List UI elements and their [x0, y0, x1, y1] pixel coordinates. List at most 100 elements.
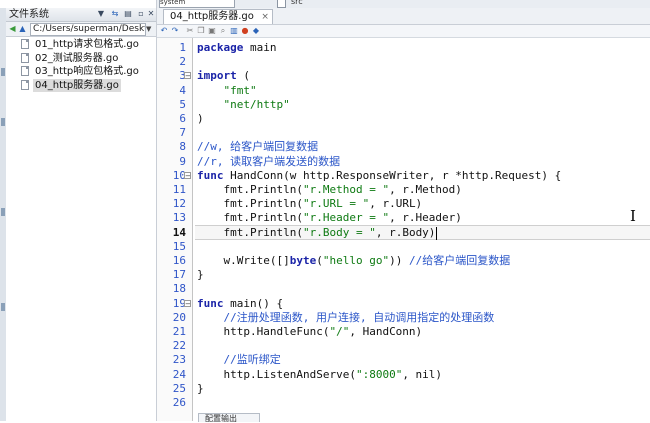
panel-title: 文件系统	[9, 9, 49, 20]
path-input[interactable]: C:/Users/superman/Deskt	[30, 23, 146, 36]
code-line: fmt.Println("r.Method = ", r.Method)	[197, 183, 462, 197]
go-file-icon	[21, 66, 29, 76]
code-token: "r.Body = "	[302, 225, 376, 239]
file-item[interactable]: 03_http响应包格式.go	[8, 65, 154, 78]
line-number: 3	[179, 69, 186, 83]
line-number: 11	[172, 183, 186, 196]
line-number: 12	[172, 197, 186, 211]
code-token: "net/http"	[223, 97, 290, 111]
tab-close-icon[interactable]: ×	[261, 10, 269, 24]
line-number: 18	[172, 282, 186, 296]
editor-tab-bar: 04_http服务器.go ×	[157, 8, 650, 25]
code-token: , r.Method)	[389, 183, 462, 196]
code-line: fmt.Println("r.URL = ", r.URL)	[197, 197, 422, 211]
dock-marker	[1, 68, 5, 76]
code-token: w.Write([]	[197, 254, 290, 267]
format-icon[interactable]: ▥	[229, 26, 239, 36]
src-checkbox[interactable]	[277, 0, 286, 8]
dock-marker	[1, 118, 5, 126]
code-line: //w, 给客户端回复数据	[197, 140, 318, 154]
copy-icon[interactable]: ❐	[196, 26, 206, 36]
line-number: 1	[179, 41, 186, 54]
code-line: "fmt"	[197, 84, 257, 98]
file-name: 04_http服务器.go	[33, 78, 121, 92]
fold-toggle-icon[interactable]: −	[184, 299, 191, 307]
sync-icon[interactable]: ⇆	[110, 9, 120, 19]
close-icon[interactable]: ✕	[146, 9, 156, 19]
restore-icon[interactable]: ▫	[136, 9, 146, 19]
redo-icon[interactable]: ↷	[170, 26, 180, 36]
file-name: 01_http请求包格式.go	[35, 39, 139, 50]
back-arrow-icon[interactable]: ◀	[8, 23, 17, 34]
undo-icon[interactable]: ↶	[159, 26, 169, 36]
code-line: //注册处理函数, 用户连接, 自动调用指定的处理函数	[197, 311, 495, 325]
code-token: (	[236, 69, 250, 83]
dropdown-arrow-icon[interactable]: ▼	[96, 9, 106, 19]
view-icon[interactable]: ▤	[123, 9, 133, 19]
code-token: fmt.Println(	[197, 211, 303, 225]
line-number: 20	[172, 310, 186, 324]
paste-icon[interactable]: ▣	[207, 26, 217, 36]
find-icon[interactable]: ⌕	[218, 26, 228, 36]
code-token: http.ListenAndServe(	[197, 367, 356, 381]
path-dropdown-icon[interactable]: ▼	[146, 24, 154, 34]
code-token: ))	[389, 254, 409, 267]
file-name: 03_http响应包格式.go	[35, 66, 139, 77]
line-number: 15	[172, 239, 186, 253]
go-file-icon	[21, 39, 29, 49]
dock-marker	[1, 303, 5, 311]
code-token: main() {	[223, 296, 284, 310]
line-number-gutter[interactable]: 1 2 3 4 5 6 7 8 9 10 11 12 13 14 15 16 17 18 19 20 21 22 23 24 2…	[157, 38, 193, 421]
code-token: "/"	[329, 325, 350, 338]
code-editor[interactable]: package main import ( "fmt" "net/http") //…	[193, 38, 650, 421]
fold-toggle-icon[interactable]: −	[184, 72, 191, 80]
code-token: )	[197, 112, 204, 125]
code-token: byte	[289, 254, 317, 267]
line-number: 19	[172, 296, 186, 310]
line-number: 26	[172, 396, 186, 409]
code-line: //监听绑定	[197, 353, 281, 367]
file-item[interactable]: 04_http服务器.go	[8, 78, 154, 92]
code-line: import (	[197, 69, 250, 83]
line-number: 13	[172, 211, 186, 225]
edit-toolbar: ↶ ↷ ✂ ❐ ▣ ⌕ ▥ ● ◆	[157, 25, 650, 38]
line-number: 22	[172, 339, 186, 353]
path-toolbar: ◀ ▲ C:/Users/superman/Deskt ▼	[6, 22, 156, 37]
code-token: }	[197, 268, 204, 282]
code-token: "r.Header = "	[302, 211, 390, 225]
code-token: package	[197, 41, 244, 54]
code-token: }	[197, 381, 204, 395]
text-cursor	[436, 226, 438, 240]
code-token: ":8000"	[355, 367, 403, 381]
run-icon[interactable]: ●	[240, 26, 250, 36]
code-token: fmt.Println(	[197, 183, 303, 196]
line-number: 9	[179, 154, 186, 168]
up-arrow-icon[interactable]: ▲	[18, 23, 27, 34]
src-checkbox-label: src	[291, 0, 303, 6]
cut-icon[interactable]: ✂	[185, 26, 195, 36]
build-icon[interactable]: ◆	[251, 26, 261, 36]
fold-toggle-icon[interactable]: −	[184, 171, 191, 179]
dock-marker	[1, 208, 5, 216]
code-token: //监听绑定	[223, 353, 281, 367]
code-token: , r.URL)	[369, 197, 423, 211]
code-line: //r, 读取客户端发送的数据	[197, 155, 340, 169]
file-item[interactable]: 02_测试服务器.go	[8, 52, 154, 65]
code-token: , nil)	[402, 367, 443, 381]
line-number: 16	[172, 254, 186, 267]
code-token: (	[316, 254, 323, 267]
tab-label: 04_http服务器.go	[170, 11, 254, 22]
code-token: "fmt"	[223, 83, 257, 97]
code-line: fmt.Println("r.Body = ", r.Body)	[197, 226, 435, 240]
code-token: fmt.Println(	[197, 225, 303, 239]
tab-04-http-server[interactable]: 04_http服务器.go ×	[163, 9, 273, 24]
build-system-select[interactable]: system	[159, 0, 235, 8]
file-item[interactable]: 01_http请求包格式.go	[8, 38, 154, 51]
code-token: , r.Body)	[375, 225, 436, 239]
code-line: func HandConn(w http.ResponseWriter, r *…	[197, 169, 561, 183]
code-line: http.HandleFunc("/", HandConn)	[197, 325, 422, 339]
code-token: //r, 读取客户端发送的数据	[197, 154, 341, 168]
